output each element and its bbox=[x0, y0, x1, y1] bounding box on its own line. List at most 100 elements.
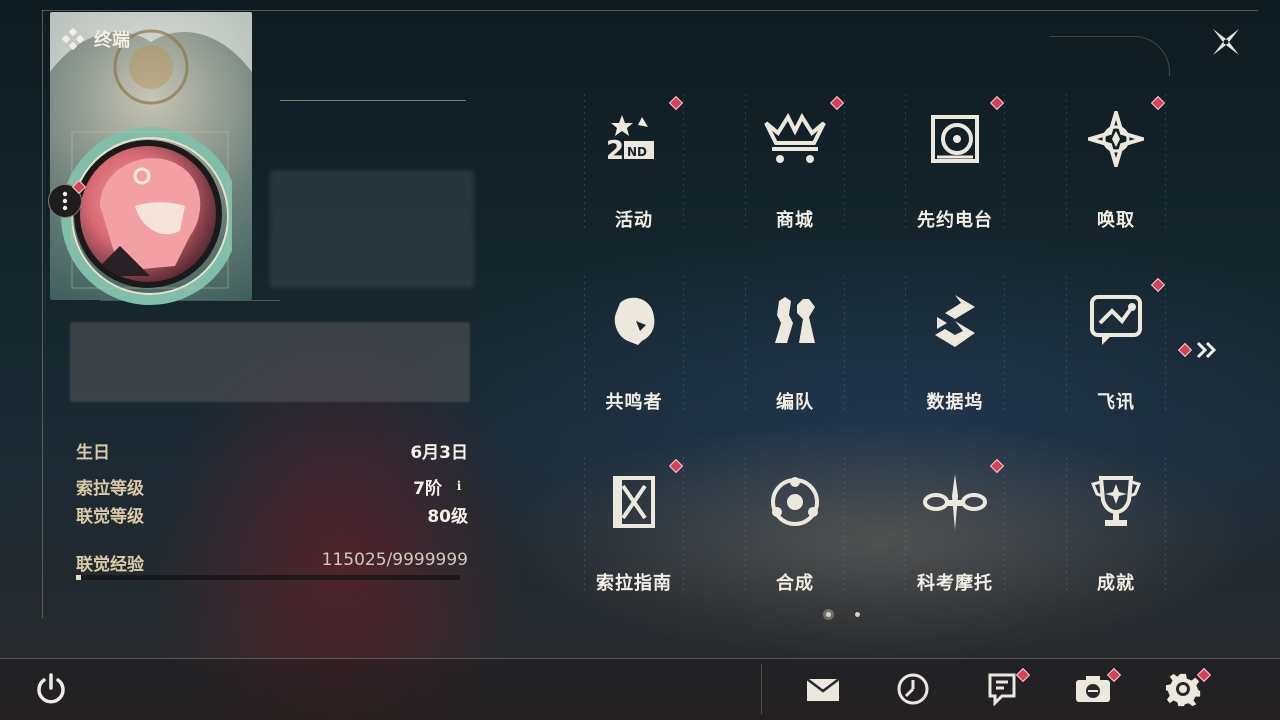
mail-icon bbox=[805, 675, 841, 703]
next-page-button[interactable] bbox=[1177, 338, 1224, 362]
sola-level-value-group: 7阶 i bbox=[413, 474, 468, 499]
terminal-header: 终端 bbox=[62, 26, 130, 52]
menu-tile-label: 唤取 bbox=[1097, 210, 1135, 231]
tile-separator bbox=[584, 457, 585, 592]
gear-icon bbox=[1165, 671, 1201, 707]
tile-separator bbox=[745, 276, 746, 411]
frame-left-line bbox=[42, 10, 43, 618]
union-level-value: 80级 bbox=[427, 506, 468, 527]
tile-separator bbox=[584, 276, 585, 411]
signature-blurred bbox=[70, 322, 470, 402]
birthday-label: 生日 bbox=[76, 442, 110, 463]
menu-tile-8[interactable]: 飞讯 bbox=[1036, 276, 1196, 426]
notice-icon bbox=[987, 672, 1017, 706]
menu-tile-12[interactable]: 成就 bbox=[1036, 457, 1196, 607]
menu-tile-4[interactable]: 唤取 bbox=[1036, 94, 1196, 244]
tile-separator bbox=[844, 94, 845, 229]
exp-value: 115025/9999999 bbox=[321, 550, 468, 570]
menu-tile-label: 商城 bbox=[776, 210, 814, 231]
tile-separator bbox=[1066, 94, 1067, 229]
exp-progress-bar bbox=[76, 575, 460, 580]
tile-separator bbox=[1165, 457, 1166, 592]
name-underline bbox=[280, 100, 466, 101]
tile-separator bbox=[745, 457, 746, 592]
tile-separator bbox=[683, 457, 684, 592]
radio-record-icon bbox=[920, 104, 990, 174]
union-level-label: 联觉等级 bbox=[76, 506, 144, 527]
tile-separator bbox=[1165, 94, 1166, 229]
close-button[interactable] bbox=[1204, 20, 1248, 64]
menu-tile-7[interactable]: 数据坞 bbox=[875, 276, 1035, 426]
more-vertical-icon bbox=[62, 191, 68, 211]
resonator-head-icon bbox=[599, 286, 669, 356]
menu-tile-label: 索拉指南 bbox=[596, 573, 672, 594]
page-dot-1[interactable] bbox=[826, 612, 831, 617]
tile-separator bbox=[1066, 276, 1067, 411]
menu-tile-label: 先约电台 bbox=[917, 210, 993, 231]
camera-icon bbox=[1074, 674, 1112, 704]
tile-separator bbox=[584, 94, 585, 229]
databank-icon bbox=[920, 286, 990, 356]
power-button[interactable] bbox=[30, 668, 72, 710]
menu-tile-9[interactable]: 索拉指南 bbox=[554, 457, 714, 607]
event-2nd-icon: 2 ND bbox=[599, 104, 669, 174]
synthesis-icon bbox=[760, 467, 830, 537]
diamond-cluster-icon bbox=[62, 28, 84, 50]
settings-button[interactable] bbox=[1162, 667, 1212, 710]
frame-curve bbox=[1050, 36, 1170, 76]
menu-tile-2[interactable]: 商城 bbox=[715, 94, 875, 244]
close-icon bbox=[1213, 29, 1239, 55]
notification-badge bbox=[668, 458, 684, 474]
chat-message-icon bbox=[1081, 286, 1151, 356]
page-dot-2[interactable] bbox=[855, 612, 860, 617]
menu-tile-label: 合成 bbox=[776, 573, 814, 594]
bottom-bar-separator bbox=[761, 664, 762, 714]
clock-icon bbox=[896, 672, 930, 706]
trophy-icon bbox=[1081, 467, 1151, 537]
power-icon bbox=[37, 673, 65, 704]
page-title: 终端 bbox=[94, 30, 130, 51]
info-icon[interactable]: i bbox=[450, 477, 468, 495]
notification-badge bbox=[989, 95, 1005, 111]
tile-separator bbox=[683, 276, 684, 411]
motorbike-icon bbox=[920, 467, 990, 537]
notification-badge bbox=[668, 95, 684, 111]
tile-separator bbox=[1004, 276, 1005, 411]
convene-star-icon bbox=[1081, 104, 1151, 174]
notification-badge bbox=[829, 95, 845, 111]
birthday-row: 生日 6月3日 bbox=[76, 436, 468, 464]
menu-tile-label: 成就 bbox=[1097, 573, 1135, 594]
mail-button[interactable] bbox=[802, 668, 844, 710]
sola-level-value: 7阶 bbox=[413, 478, 442, 499]
menu-tile-5[interactable]: 共鸣者 bbox=[554, 276, 714, 426]
tile-separator bbox=[1066, 457, 1067, 592]
chess-team-icon bbox=[760, 286, 830, 356]
menu-tile-3[interactable]: 先约电台 bbox=[875, 94, 1035, 244]
menu-tile-11[interactable]: 科考摩托 bbox=[875, 457, 1035, 607]
menu-tile-label: 科考摩托 bbox=[917, 573, 993, 594]
menu-tile-label: 共鸣者 bbox=[605, 392, 663, 413]
menu-tile-1[interactable]: 2 ND 活动 bbox=[554, 94, 714, 244]
sola-level-row: 索拉等级 7阶 i bbox=[76, 472, 468, 500]
svg-text:ND: ND bbox=[627, 145, 647, 159]
guidebook-icon bbox=[599, 467, 669, 537]
notice-button[interactable] bbox=[981, 667, 1031, 710]
tile-separator bbox=[1004, 94, 1005, 229]
tile-separator bbox=[844, 276, 845, 411]
tile-separator bbox=[1004, 457, 1005, 592]
frame-top-line bbox=[42, 10, 1258, 11]
exp-row: 联觉经验 115025/9999999 bbox=[76, 550, 468, 575]
svg-text:2: 2 bbox=[606, 136, 624, 166]
next-page-badge bbox=[1177, 342, 1193, 358]
camera-button[interactable] bbox=[1072, 667, 1122, 710]
menu-tile-label: 编队 bbox=[776, 392, 814, 413]
tile-separator bbox=[905, 457, 906, 592]
character-portrait bbox=[90, 158, 201, 276]
avatar[interactable] bbox=[74, 140, 222, 288]
sola-level-label: 索拉等级 bbox=[76, 478, 144, 499]
clock-button[interactable] bbox=[892, 668, 934, 710]
menu-tile-6[interactable]: 编队 bbox=[715, 276, 875, 426]
menu-tile-10[interactable]: 合成 bbox=[715, 457, 875, 607]
notification-badge bbox=[1150, 95, 1166, 111]
birthday-value: 6月3日 bbox=[410, 442, 468, 463]
